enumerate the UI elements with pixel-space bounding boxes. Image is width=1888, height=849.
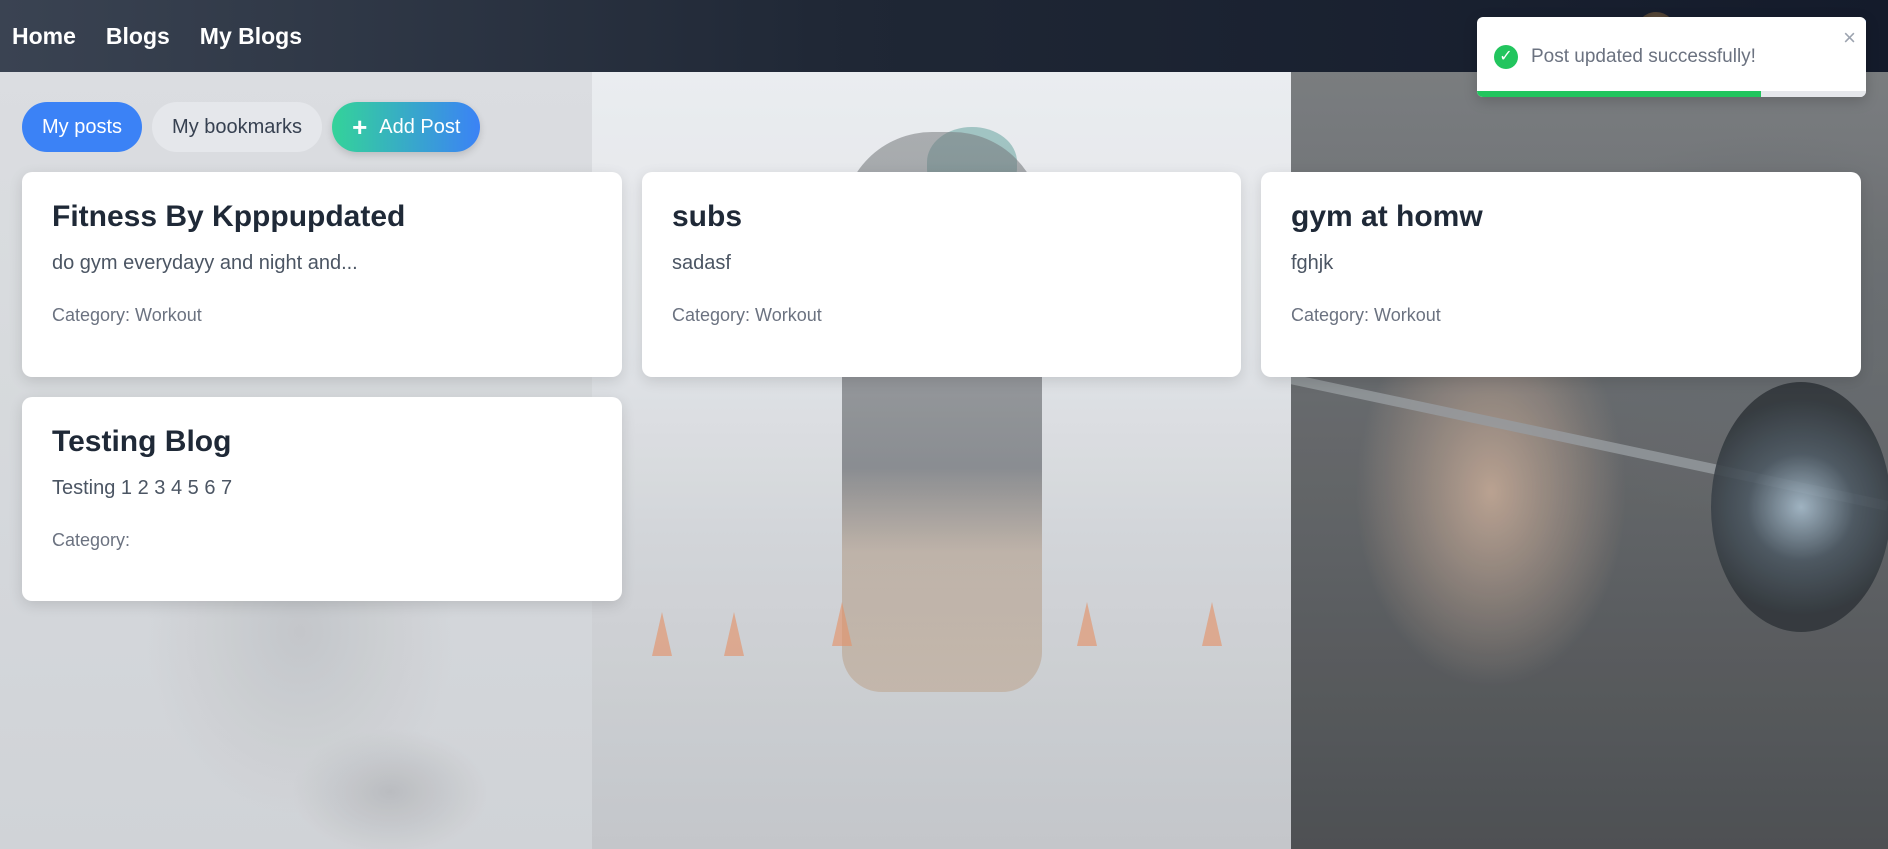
post-excerpt: do gym everydayy and night and... xyxy=(52,252,358,274)
add-post-button[interactable]: + Add Post xyxy=(332,102,481,152)
post-card[interactable]: Fitness By Kpppupdated do gym everydayy … xyxy=(22,172,622,377)
post-category: Category: Workout xyxy=(672,305,822,325)
post-card[interactable]: subs sadasf Category: Workout xyxy=(642,172,1241,377)
post-title: Fitness By Kpppupdated xyxy=(52,200,406,233)
post-category: Category: Workout xyxy=(1291,305,1441,325)
post-category: Category: xyxy=(52,530,131,550)
toast-progress-track xyxy=(1477,91,1866,97)
post-title: subs xyxy=(672,200,743,233)
check-circle-icon: ✓ xyxy=(1494,45,1518,69)
post-actions-bar: My posts My bookmarks + Add Post xyxy=(22,102,481,152)
nav-link-blogs[interactable]: Blogs xyxy=(106,23,170,50)
nav-link-my-blogs[interactable]: My Blogs xyxy=(200,23,302,50)
add-post-label: Add Post xyxy=(379,115,461,138)
post-category: Category: Workout xyxy=(52,305,202,325)
post-title: gym at homw xyxy=(1291,200,1483,233)
post-excerpt: Testing 1 2 3 4 5 6 7 xyxy=(52,477,233,499)
post-card[interactable]: Testing Blog Testing 1 2 3 4 5 6 7 Categ… xyxy=(22,397,622,601)
toast-progress-bar xyxy=(1477,91,1761,97)
post-excerpt: fghjk xyxy=(1291,252,1334,274)
post-excerpt: sadasf xyxy=(672,252,731,274)
post-card[interactable]: gym at homw fghjk Category: Workout xyxy=(1261,172,1861,377)
my-bookmarks-button[interactable]: My bookmarks xyxy=(152,102,323,152)
post-title: Testing Blog xyxy=(52,425,232,458)
toast-message: Post updated successfully! xyxy=(1531,46,1756,67)
nav-link-home[interactable]: Home xyxy=(12,23,76,50)
my-posts-button[interactable]: My posts xyxy=(22,102,143,152)
plus-icon: + xyxy=(352,112,368,142)
toast-notification[interactable]: ✓ Post updated successfully! × xyxy=(1477,17,1866,97)
close-icon[interactable]: × xyxy=(1843,27,1856,49)
